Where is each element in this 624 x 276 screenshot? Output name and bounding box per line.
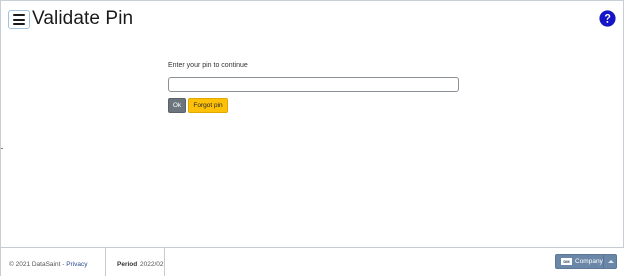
period-value: 2022/02: [140, 261, 164, 268]
ok-button[interactable]: Ok: [168, 98, 186, 113]
app-window: Validate Pin Enter your pin to continue …: [0, 0, 624, 276]
pin-prompt-label: Enter your pin to continue: [168, 62, 248, 69]
edge-marker: [1, 148, 3, 149]
caret-up-icon[interactable]: [608, 260, 614, 263]
question-circle-icon[interactable]: [599, 10, 616, 27]
dropdown-divider: [603, 255, 604, 268]
footer-divider: [164, 248, 165, 276]
company-selector-button[interactable]: DM Company: [555, 254, 617, 269]
company-logo: DM: [561, 258, 572, 265]
privacy-link[interactable]: Privacy: [66, 261, 87, 268]
pin-input[interactable]: [168, 77, 459, 92]
hamburger-icon-bar: [13, 14, 25, 16]
copyright-text: © 2021 DataSaint: [9, 261, 61, 268]
period-label: Period: [117, 261, 138, 268]
footer: © 2021 DataSaint - Privacy Period 2022/0…: [1, 247, 624, 276]
forgot-pin-button[interactable]: Forgot pin: [188, 98, 228, 113]
footer-divider: [105, 248, 106, 276]
hamburger-icon-bar: [13, 23, 25, 25]
footer-copyright: © 2021 DataSaint - Privacy: [9, 261, 88, 268]
menu-toggle-button[interactable]: [8, 10, 30, 29]
company-label: Company: [575, 258, 603, 265]
hamburger-icon-bar: [13, 18, 25, 21]
page-title: Validate Pin: [32, 8, 134, 29]
